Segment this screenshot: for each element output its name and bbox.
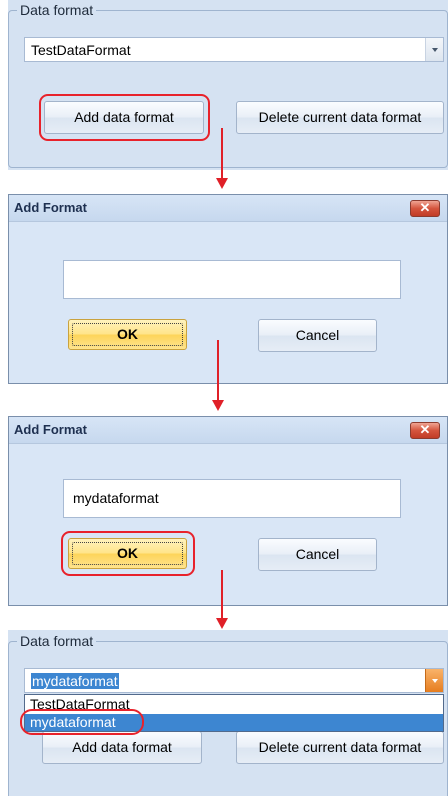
close-button[interactable]: ✕ [410, 422, 440, 439]
data-format-group-label: Data format [17, 633, 97, 650]
format-name-input[interactable] [63, 260, 401, 299]
dropdown-button[interactable] [425, 38, 443, 61]
close-icon: ✕ [419, 200, 431, 215]
data-format-combobox[interactable]: TestDataFormat [24, 37, 444, 62]
format-name-input[interactable]: mydataformat [63, 479, 401, 518]
highlight-ok-button [61, 531, 195, 576]
add-data-format-button[interactable]: Add data format [42, 731, 202, 764]
dialog-titlebar: Add Format ✕ [9, 417, 447, 444]
add-format-dialog-empty: Add Format ✕ OK Cancel [8, 194, 448, 384]
delete-current-data-format-label: Delete current data format [258, 109, 422, 125]
format-name-input-value: mydataformat [73, 490, 159, 506]
arrow-down-icon [216, 178, 228, 189]
highlight-new-item [20, 709, 144, 735]
add-data-format-label: Add data format [72, 739, 172, 755]
highlight-add-button [39, 94, 210, 141]
ok-button[interactable]: OK [68, 319, 187, 350]
flow-arrow-line [221, 128, 223, 180]
combobox-selected-text: mydataformat [31, 673, 119, 689]
combobox-value: mydataformat [31, 673, 119, 689]
data-format-group-label: Data format [17, 2, 97, 19]
delete-current-data-format-label: Delete current data format [258, 739, 422, 755]
delete-current-data-format-button[interactable]: Delete current data format [236, 101, 444, 134]
flow-arrow-line [221, 570, 223, 620]
close-icon: ✕ [419, 422, 431, 437]
data-format-combobox[interactable]: mydataformat [24, 668, 444, 693]
delete-current-data-format-button[interactable]: Delete current data format [236, 731, 444, 764]
data-format-panel-initial: Data format TestDataFormat Add data form… [8, 0, 448, 170]
chevron-down-icon [432, 679, 438, 683]
data-format-panel-result: Data format Add data format Delete curre… [8, 630, 448, 796]
cancel-button[interactable]: Cancel [258, 538, 377, 571]
flow-arrow-line [217, 340, 219, 402]
dialog-title: Add Format [14, 422, 87, 437]
cancel-label: Cancel [295, 327, 340, 343]
dialog-titlebar: Add Format ✕ [9, 195, 447, 222]
combobox-value: TestDataFormat [31, 42, 131, 58]
cancel-button[interactable]: Cancel [258, 319, 377, 352]
data-format-groupbox: Data format [8, 2, 448, 168]
arrow-down-icon [212, 400, 224, 411]
dialog-title: Add Format [14, 200, 87, 215]
cancel-label: Cancel [295, 546, 340, 562]
dropdown-button[interactable] [425, 669, 443, 692]
chevron-down-icon [432, 48, 438, 52]
ok-label: OK [117, 326, 138, 342]
close-button[interactable]: ✕ [410, 200, 440, 217]
add-format-dialog-filled: Add Format ✕ mydataformat OK Cancel [8, 416, 448, 606]
arrow-down-icon [216, 618, 228, 629]
